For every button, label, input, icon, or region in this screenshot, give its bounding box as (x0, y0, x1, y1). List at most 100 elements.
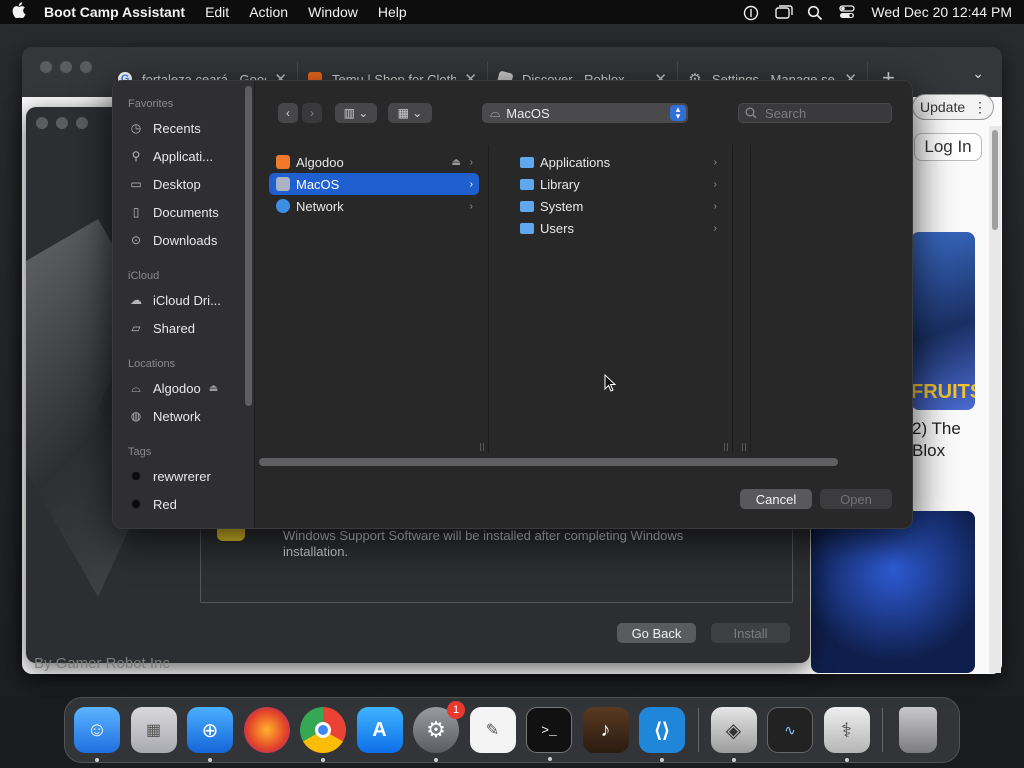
sidebar-item-recents[interactable]: ◷ Recents (129, 118, 247, 138)
sidebar-item-applications[interactable]: ⚲ Applicati... (129, 146, 247, 166)
search-input[interactable] (765, 105, 885, 121)
install-button[interactable]: Install (711, 623, 790, 643)
globe-icon: ◍ (130, 409, 142, 423)
cancel-button[interactable]: Cancel (740, 489, 812, 509)
window-list-icon[interactable] (775, 5, 794, 19)
sidebar-section-icloud: iCloud (128, 270, 160, 282)
login-button[interactable]: Log In (914, 133, 982, 161)
browser-scrollbar[interactable] (989, 126, 1001, 673)
column-resize-handle[interactable] (724, 443, 728, 451)
activity-monitor-icon[interactable]: ∿ (767, 707, 813, 753)
menu-action[interactable]: Action (249, 4, 288, 20)
game-title-line: Blox (912, 441, 946, 460)
menu-help[interactable]: Help (378, 4, 407, 20)
column-item-label: Users (540, 220, 574, 236)
chevron-right-icon: › (713, 222, 717, 234)
tab-search-chevron-icon[interactable]: ⌄ (972, 65, 984, 82)
sidebar-item-shared[interactable]: ▱ Shared (129, 318, 247, 338)
trash-icon[interactable] (899, 707, 937, 753)
warning-icon (217, 529, 245, 541)
app-name-menu[interactable]: Boot Camp Assistant (44, 4, 185, 20)
chevron-right-icon: › (310, 106, 314, 120)
browser-window-controls[interactable] (40, 61, 92, 73)
publisher-text: By Gamer Robot Inc (34, 655, 170, 672)
globe-icon (276, 199, 290, 213)
column-item-applications[interactable]: Applications › (513, 151, 723, 173)
column-item-network[interactable]: Network › (269, 195, 479, 217)
terminal-icon[interactable]: >_ (526, 707, 572, 761)
open-button[interactable]: Open (820, 489, 892, 509)
column-item-library[interactable]: Library › (513, 173, 723, 195)
forward-button[interactable]: › (302, 103, 322, 123)
textedit-icon[interactable]: ✎ (469, 707, 516, 753)
cloud-icon: ☁ (130, 293, 142, 307)
spotlight-search-icon[interactable] (807, 5, 823, 21)
folder-icon (520, 156, 534, 168)
launchpad-icon[interactable]: ▦ (130, 707, 177, 753)
column-item-macos[interactable]: MacOS › (269, 173, 479, 195)
tag-dot-icon (131, 471, 141, 481)
browser-update-button[interactable]: Update ⋮ (912, 94, 994, 120)
disk-utility-icon[interactable]: ⚕ (823, 707, 870, 762)
clock-text[interactable]: Wed Dec 20 12:44 PM (871, 4, 1012, 20)
go-back-button[interactable]: Go Back (617, 623, 696, 643)
column-item-system[interactable]: System › (513, 195, 723, 217)
column-item-algodoo[interactable]: Algodoo ⏏ › (269, 151, 479, 173)
dialog-sidebar: Favorites ◷ Recents ⚲ Applicati... ▭ Deskto… (113, 81, 255, 528)
app-store-icon[interactable]: A (356, 707, 403, 753)
column-item-label: MacOS (296, 176, 340, 192)
path-popup-button[interactable]: ⌓ MacOS ▴ ▾ (482, 103, 688, 123)
game-thumbnail-2[interactable] (811, 511, 975, 673)
clock-icon: ◷ (130, 121, 142, 135)
eject-icon[interactable]: ⏏ (452, 157, 461, 168)
sidebar-item-label: rewwrerer (153, 468, 211, 484)
game-title[interactable]: 2) The Blox (912, 418, 992, 462)
sidebar-section-tags: Tags (128, 446, 152, 458)
sidebar-item-downloads[interactable]: ⊙ Downloads (129, 230, 247, 250)
bootcamp-assistant-icon[interactable]: ◈ (710, 707, 757, 762)
chrome-icon[interactable] (300, 707, 346, 762)
sidebar-tag-red[interactable]: Red (129, 494, 247, 514)
horizontal-scrollbar[interactable] (259, 458, 838, 466)
columns-icon: ▥ ⌄ (343, 106, 369, 120)
column-item-label: Network (296, 198, 344, 214)
column-item-users[interactable]: Users › (513, 217, 723, 239)
system-settings-icon[interactable]: ⚙ 1 (413, 701, 465, 762)
game-thumbnail[interactable]: FRUITS (911, 232, 975, 410)
column-view-button[interactable]: ▥ ⌄ (335, 103, 377, 123)
chevron-right-icon: › (713, 200, 717, 212)
eject-icon[interactable]: ⏏ (209, 383, 218, 394)
update-label: Update (920, 99, 966, 115)
sidebar-item-icloud-drive[interactable]: ☁ iCloud Dri... (129, 290, 247, 310)
grid-view-button[interactable]: ▦ ⌄ (388, 103, 432, 123)
bootcamp-window-controls[interactable] (36, 117, 88, 129)
download-icon: ⊙ (130, 233, 142, 247)
sidebar-item-network[interactable]: ◍ Network (129, 406, 247, 426)
browser-column-3 (751, 145, 912, 453)
sidebar-item-algodoo[interactable]: ⌓ Algodoo ⏏ (129, 378, 247, 398)
grid-icon: ▦ ⌄ (397, 106, 423, 120)
search-field[interactable] (738, 103, 892, 123)
column-resize-handle[interactable] (742, 443, 746, 451)
safari-icon[interactable]: ⊕ (187, 707, 233, 762)
menu-window[interactable]: Window (308, 4, 358, 20)
path-label: MacOS (506, 105, 550, 121)
sidebar-tag-rewwrerer[interactable]: rewwrerer (129, 466, 247, 486)
back-button[interactable]: ‹ (278, 103, 298, 123)
control-center-icon[interactable] (839, 5, 856, 19)
sidebar-item-label: Desktop (153, 176, 201, 192)
finder-icon[interactable]: ☺ (74, 707, 120, 762)
firefox-icon[interactable] (243, 707, 290, 753)
sidebar-item-label: Documents (153, 204, 219, 220)
vscode-icon[interactable]: ⟨⟩ (639, 707, 685, 762)
column-resize-handle[interactable] (480, 443, 484, 451)
garageband-icon[interactable]: ♪ (582, 707, 629, 753)
info-status-icon[interactable] (743, 5, 759, 21)
sidebar-item-documents[interactable]: ▯ Documents (129, 202, 247, 222)
sidebar-scrollbar[interactable] (245, 86, 252, 406)
up-down-arrow-icon: ▴ ▾ (670, 105, 686, 121)
menu-edit[interactable]: Edit (205, 4, 229, 20)
sidebar-item-desktop[interactable]: ▭ Desktop (129, 174, 247, 194)
apple-menu-icon[interactable] (12, 1, 28, 23)
chevron-right-icon: › (469, 156, 473, 168)
